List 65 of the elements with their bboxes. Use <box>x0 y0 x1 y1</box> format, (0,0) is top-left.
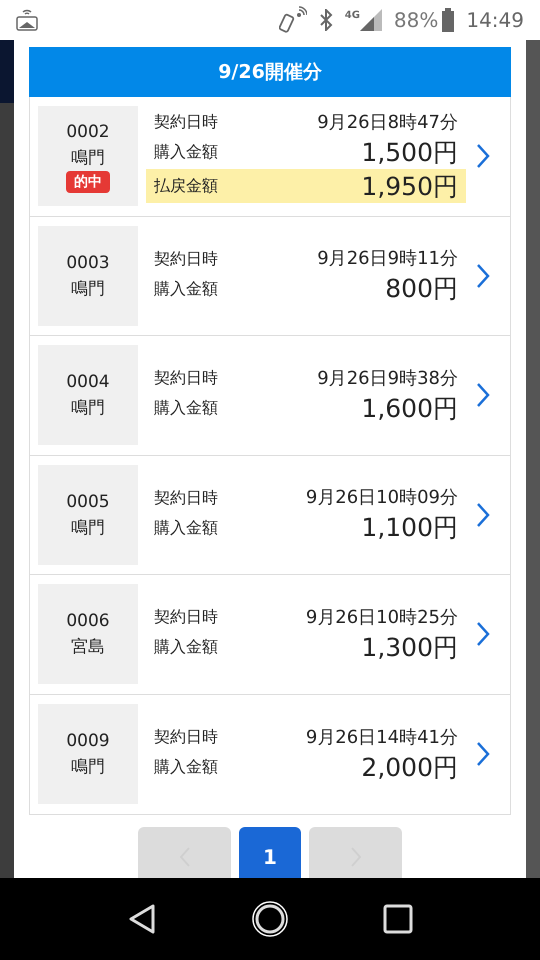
field-label: 契約日時 <box>154 606 218 628</box>
field-label: 購入金額 <box>154 397 218 420</box>
ticket-number: 0006 <box>66 610 110 634</box>
field-value: 9月26日10時09分 <box>306 486 458 510</box>
clock: 14:49 <box>466 7 524 34</box>
field-label: 購入金額 <box>154 636 218 658</box>
field-label: 契約日時 <box>154 486 218 509</box>
chevron-right-icon <box>476 143 490 170</box>
field-label: 購入金額 <box>154 278 218 300</box>
recent-apps-icon[interactable] <box>383 904 413 934</box>
field-value: 9月26日9時38分 <box>317 366 458 391</box>
cast-icon <box>16 8 38 32</box>
ticket-number: 0009 <box>66 730 110 754</box>
ticket-card[interactable]: 0004 鳴門 契約日時 9月26日9時38分 購入金額 1,600円 <box>30 336 510 456</box>
field-label: 契約日時 <box>154 248 218 270</box>
ticket-number: 0005 <box>66 490 110 514</box>
field-label: 契約日時 <box>154 726 218 748</box>
hit-badge: 的中 <box>66 171 110 194</box>
chevron-right-icon <box>476 621 490 648</box>
field-label: 契約日時 <box>154 367 218 390</box>
field-value: 9月26日9時11分 <box>317 247 458 272</box>
venue-name: 鳴門 <box>71 147 105 170</box>
ticket-card[interactable]: 0003 鳴門 契約日時 9月26日9時11分 購入金額 800円 <box>30 216 510 336</box>
dimmed-background <box>0 40 14 103</box>
field-value: 1,500円 <box>361 136 458 168</box>
ticket-card[interactable]: 0006 宮島 契約日時 9月26日10時25分 購入金額 1,300円 <box>30 575 510 694</box>
field-value: 1,950円 <box>361 170 458 202</box>
field-label: 購入金額 <box>154 141 218 164</box>
chevron-right-icon <box>476 382 490 408</box>
back-icon[interactable] <box>127 903 157 935</box>
chevron-right-icon <box>476 502 490 528</box>
field-value: 9月26日14時41分 <box>306 726 458 750</box>
home-icon[interactable] <box>251 900 289 938</box>
field-value: 1,300円 <box>361 632 458 664</box>
ticket-card[interactable]: 0002 鳴門 的中 契約日時 9月26日8時47分 購入金額 1,500円 払戻金額 1,950円 <box>30 97 510 216</box>
section-header: 9/26開催分 <box>29 47 511 97</box>
page-button[interactable]: 1 <box>239 827 301 878</box>
field-value: 9月26日10時25分 <box>306 606 458 630</box>
venue-name: 鳴門 <box>71 756 105 780</box>
ticket-number: 0002 <box>66 121 110 144</box>
battery-percent: 88% <box>394 7 438 34</box>
ticket-number: 0003 <box>66 252 110 275</box>
ticket-card[interactable]: 0005 鳴門 契約日時 9月26日10時09分 購入金額 1,100円 <box>30 456 510 575</box>
field-label: 契約日時 <box>154 111 218 134</box>
field-label: 払戻金額 <box>154 175 218 198</box>
field-value: 9月26日8時47分 <box>317 110 458 135</box>
chevron-right-icon <box>476 262 490 289</box>
venue-name: 鳴門 <box>71 278 105 301</box>
ticket-number: 0004 <box>66 371 110 394</box>
field-label: 購入金額 <box>154 756 218 778</box>
ticket-card[interactable]: 0009 鳴門 契約日時 9月26日14時41分 購入金額 2,000円 <box>30 694 510 814</box>
signal-icon <box>360 9 382 31</box>
field-value: 2,000円 <box>361 752 458 784</box>
bluetooth-icon <box>318 9 333 31</box>
field-value: 1,600円 <box>361 392 458 424</box>
field-label: 購入金額 <box>154 516 218 539</box>
venue-name: 鳴門 <box>71 397 105 420</box>
field-value: 1,100円 <box>361 512 458 544</box>
venue-name: 鳴門 <box>71 516 105 540</box>
venue-name: 宮島 <box>71 636 105 660</box>
network-type: 4G <box>344 9 360 23</box>
battery-icon <box>442 8 454 32</box>
phone-waves-icon <box>278 6 307 34</box>
chevron-right-icon <box>476 741 490 768</box>
field-value: 800円 <box>385 273 458 305</box>
